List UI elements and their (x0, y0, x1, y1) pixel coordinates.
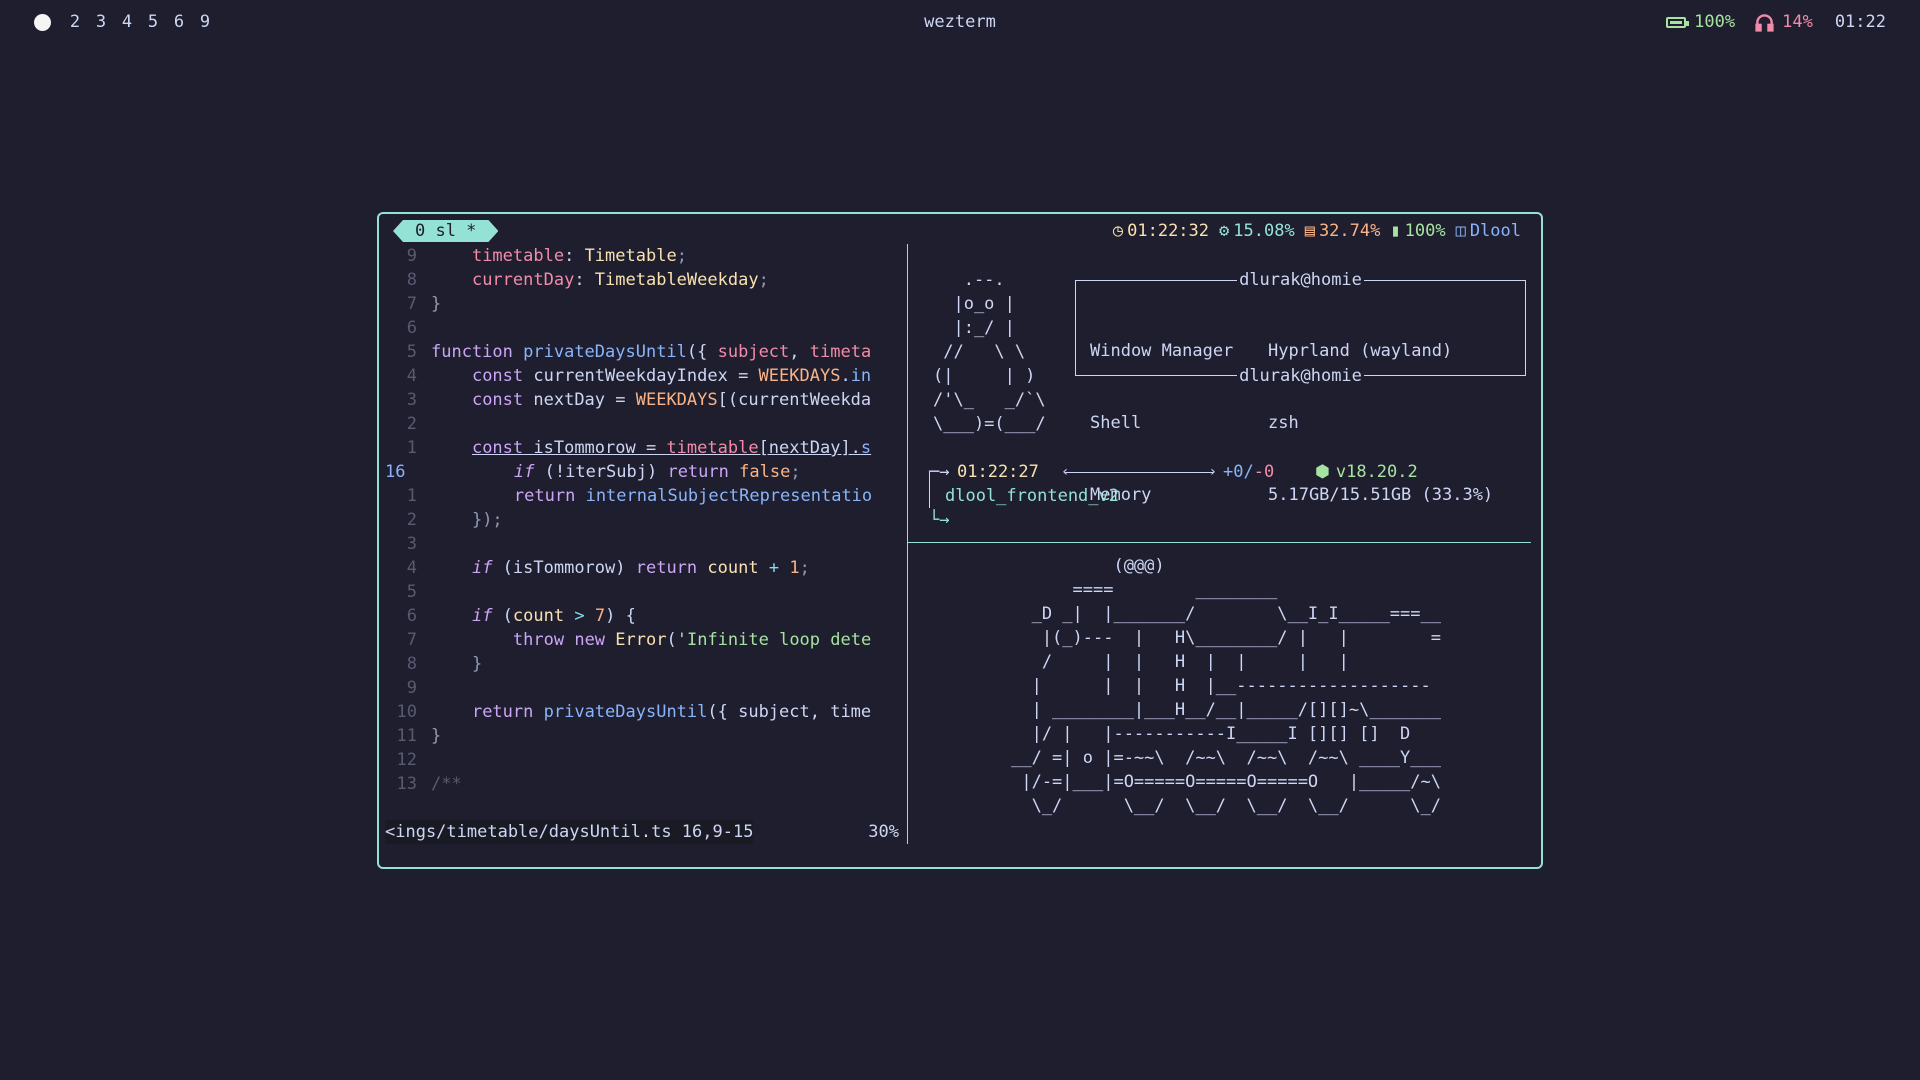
code-line: 3 const nextDay = WEEKDAYS[(currentWeekd… (406, 390, 872, 410)
code-line: 4 const currentWeekdayIndex = WEEKDAYS.i… (406, 366, 872, 386)
code-line: 11} (396, 726, 442, 746)
prompt-time: 01:22:27 (957, 462, 1039, 482)
code-line: 2 }); (406, 510, 503, 530)
workspace-6[interactable]: 6 (171, 12, 187, 32)
tmux-window-tab[interactable]: 0 sl * (393, 220, 498, 242)
prompt-node-version: ⬢ v18.20.2 (1315, 462, 1418, 482)
cpu-icon: ⚙ (1219, 221, 1230, 241)
pane-divider-vertical[interactable] (907, 244, 908, 844)
code-line: 2 (406, 414, 417, 434)
code-line: 5 (406, 582, 417, 602)
shell-pane[interactable]: .--. |o_o | |:_/ | // \ \ (| | ) /'\_ _/… (919, 244, 1529, 544)
memory-icon: ▤ (1304, 221, 1315, 241)
headphones-status[interactable]: 14% (1755, 12, 1813, 32)
code-line: 3 (406, 534, 417, 554)
code-line: 8 currentDay: TimetableWeekday; (406, 270, 769, 290)
fetch-info-box: dlurak@homie Window Manager Hyprland (way… (1075, 270, 1526, 505)
headphones-icon (1755, 13, 1774, 32)
battery-status[interactable]: 100% (1666, 12, 1735, 32)
tux-ascii-art: .--. |o_o | |:_/ | // \ \ (| | ) /'\_ _/… (933, 270, 1046, 434)
status-battery: 100% (1404, 221, 1446, 241)
code-line: 9 timetable: Timetable; (406, 246, 687, 266)
tmux-status-bar: 0 sl * ◷ 01:22:32 ⚙ 15.08% ▤ 32.74% ▮ 100% ◫… (385, 220, 1521, 242)
code-line: 8 } (406, 654, 483, 674)
tmux-status-right: ◷ 01:22:32 ⚙ 15.08% ▤ 32.74% ▮ 100% ◫ Dlool (1113, 220, 1521, 242)
node-icon: ⬢ (1315, 462, 1330, 482)
fetch-row-shell: Shell zsh (1090, 413, 1299, 433)
system-status: 100% 14% 01:22 (1666, 12, 1886, 32)
code-line: 7 throw new Error('Infinite loop dete (406, 630, 872, 650)
terminal-window[interactable]: 0 sl * ◷ 01:22:32 ⚙ 15.08% ▤ 32.74% ▮ 100% ◫… (377, 212, 1543, 869)
clock-icon: ◷ (1112, 221, 1124, 241)
status-cpu: 15.08% (1233, 221, 1295, 241)
vim-statusline: <ings/timetable/daysUntil.ts 16,9-15 30% (385, 820, 905, 844)
fetch-row-wm: Window Manager Hyprland (wayland) (1090, 341, 1453, 361)
status-mem: 32.74% (1318, 221, 1381, 241)
workspace-2[interactable]: 2 (67, 12, 83, 32)
workspace-active-indicator[interactable] (34, 13, 51, 31)
workspace-3[interactable]: 3 (93, 12, 109, 32)
fetch-header: dlurak@homie (1237, 270, 1364, 290)
workspace-9[interactable]: 9 (197, 12, 213, 32)
code-line: 4 if (isTommorow) return count + 1; (406, 558, 810, 578)
clock[interactable]: 01:22 (1835, 12, 1886, 32)
prompt-box-line (929, 472, 930, 508)
code-line: 12 (396, 750, 417, 770)
prompt-git-status: +0/-0 (1223, 462, 1275, 482)
workspace-switcher: 2 3 4 5 6 9 (34, 12, 213, 32)
code-line: 1 const isTommorow = timetable[nextDay].… (406, 438, 872, 458)
shell-prompt: ─→ 01:22:27 +0/-0 ⬢v18.20.2 dlool_fronte… (919, 460, 1529, 530)
code-line: 9 (406, 678, 417, 698)
session-icon: ◫ (1455, 221, 1466, 241)
code-line: 6 (406, 318, 417, 338)
statusline-file: <ings/timetable/daysUntil.ts 16,9-15 (385, 820, 754, 844)
vim-editor-pane[interactable]: 9 timetable: Timetable; 8 currentDay: Ti… (385, 244, 905, 854)
sl-train-ascii-art: (@@@) ==== ________ _D _| |_______/ \__I… (1011, 556, 1441, 816)
fetch-row-memory: Memory 5.17GB/15.51GB (33.3%) (1090, 485, 1494, 505)
code-line: 1 return internalSubjectRepresentatio (406, 486, 873, 506)
fetch-footer: dlurak@homie (1237, 366, 1364, 386)
workspace-4[interactable]: 4 (119, 12, 135, 32)
prompt-connector (1061, 460, 1217, 484)
status-session: Dlool (1469, 221, 1521, 241)
code-line: 7} (406, 294, 442, 314)
code-line: 5 function privateDaysUntil({ subject, ti… (406, 342, 872, 362)
code-line-current: 16 if (!iterSubj) return false; (385, 462, 801, 482)
code-line: 13/** (396, 774, 462, 794)
battery-icon (1666, 16, 1690, 28)
code-line: 10 return privateDaysUntil({ subject, ti… (396, 702, 872, 722)
prompt-arrow-icon: ─→ (929, 462, 950, 482)
top-bar: 2 3 4 5 6 9 wezterm 100% 14% 01:22 (0, 0, 1920, 44)
battery-icon: ▮ (1390, 221, 1401, 241)
headphones-volume: 14% (1782, 12, 1813, 32)
status-time: 01:22:32 (1127, 221, 1210, 241)
workspace-5[interactable]: 5 (145, 12, 161, 32)
window-title: wezterm (924, 12, 996, 32)
prompt-directory: dlool_frontend_v2 (945, 486, 1119, 506)
statusline-percent: 30% (868, 822, 899, 842)
battery-percent: 100% (1694, 12, 1736, 32)
prompt-input-arrow-icon[interactable]: └→ (929, 508, 949, 532)
code-line: 6 if (count > 7) { (406, 606, 636, 626)
